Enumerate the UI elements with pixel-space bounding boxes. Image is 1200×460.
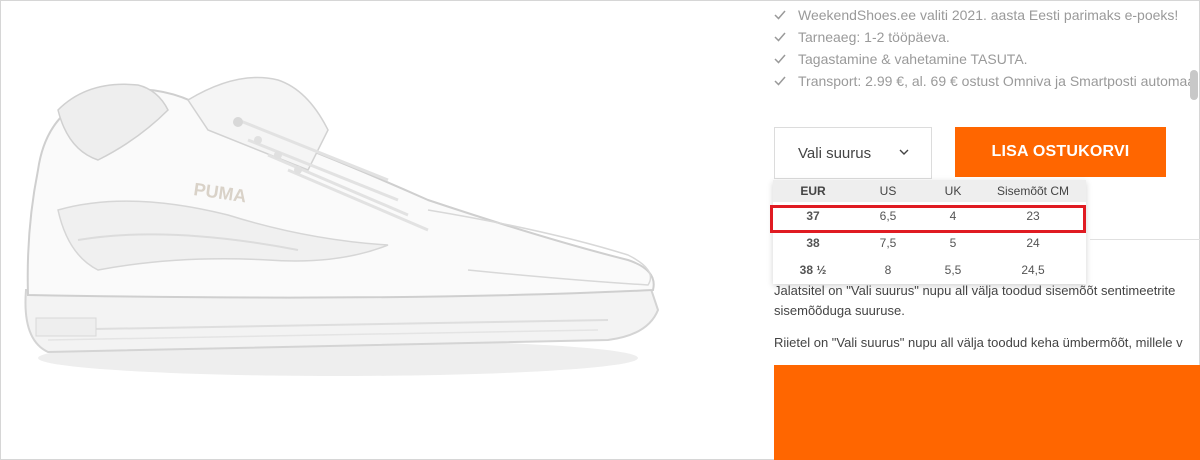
chevron-down-icon: [899, 149, 909, 155]
usp-text: Tarneaeg: 1-2 tööpäeva.: [798, 29, 950, 45]
size-cm: 24,5: [1021, 262, 1045, 277]
usp-item: Tarneaeg: 1-2 tööpäeva.: [774, 26, 1200, 48]
sneaker-illustration: PUMA: [24, 76, 660, 376]
size-uk: 5,5: [944, 262, 962, 277]
size-option-row[interactable]: 37 6,5 4 23: [773, 202, 1086, 229]
product-image: PUMA: [8, 40, 688, 420]
size-select-label: Vali suurus: [798, 144, 872, 162]
usp-text: Transport: 2.99 €, al. 69 € ostust Omniv…: [798, 73, 1196, 89]
size-cm: 23: [1026, 208, 1040, 223]
check-icon: [774, 76, 786, 86]
usp-item: Transport: 2.99 €, al. 69 € ostust Omniv…: [774, 70, 1200, 92]
check-icon: [774, 10, 786, 20]
check-icon: [774, 54, 786, 64]
size-select[interactable]: Vali suurus: [774, 127, 932, 179]
add-to-cart-button[interactable]: LISA OSTUKORVI: [955, 127, 1166, 177]
size-uk: 5: [949, 235, 957, 250]
size-eur: 37: [806, 208, 820, 223]
size-us: 7,5: [879, 235, 897, 250]
header-insole-cm: Sisemõõt CM: [996, 184, 1070, 198]
size-dropdown: EUR US UK Sisemõõt CM 37 6,5 4 23 38 7,5…: [773, 180, 1086, 284]
size-us: 8: [884, 262, 892, 277]
size-option-row[interactable]: 38 ½ 8 5,5 24,5: [773, 256, 1086, 283]
size-eur: 38: [806, 235, 820, 250]
description-line: sisemõõduga suuruse.: [774, 303, 905, 318]
description-line: Riietel on "Vali suurus" nupu all välja …: [774, 335, 1183, 350]
usp-item: Tagastamine & vahetamine TASUTA.: [774, 48, 1200, 70]
scrollbar[interactable]: [1190, 70, 1198, 100]
size-uk: 4: [949, 208, 957, 223]
usp-text: Tagastamine & vahetamine TASUTA.: [798, 51, 1028, 67]
size-table-header: EUR US UK Sisemõõt CM: [773, 180, 1086, 202]
size-cm: 24: [1026, 235, 1040, 250]
size-eur: 38 ½: [799, 262, 827, 277]
divider: [1090, 239, 1200, 240]
usp-item: WeekendShoes.ee valiti 2021. aasta Eesti…: [774, 4, 1200, 26]
promo-banner: [774, 365, 1200, 460]
size-us: 6,5: [879, 208, 897, 223]
size-option-row[interactable]: 38 7,5 5 24: [773, 229, 1086, 256]
usp-list: WeekendShoes.ee valiti 2021. aasta Eesti…: [774, 4, 1200, 92]
check-icon: [774, 32, 786, 42]
usp-text: WeekendShoes.ee valiti 2021. aasta Eesti…: [798, 7, 1179, 23]
header-uk: UK: [944, 184, 962, 198]
header-us: US: [879, 184, 897, 198]
description-line: Jalatsitel on "Vali suurus" nupu all väl…: [774, 283, 1176, 298]
header-eur: EUR: [800, 184, 826, 198]
